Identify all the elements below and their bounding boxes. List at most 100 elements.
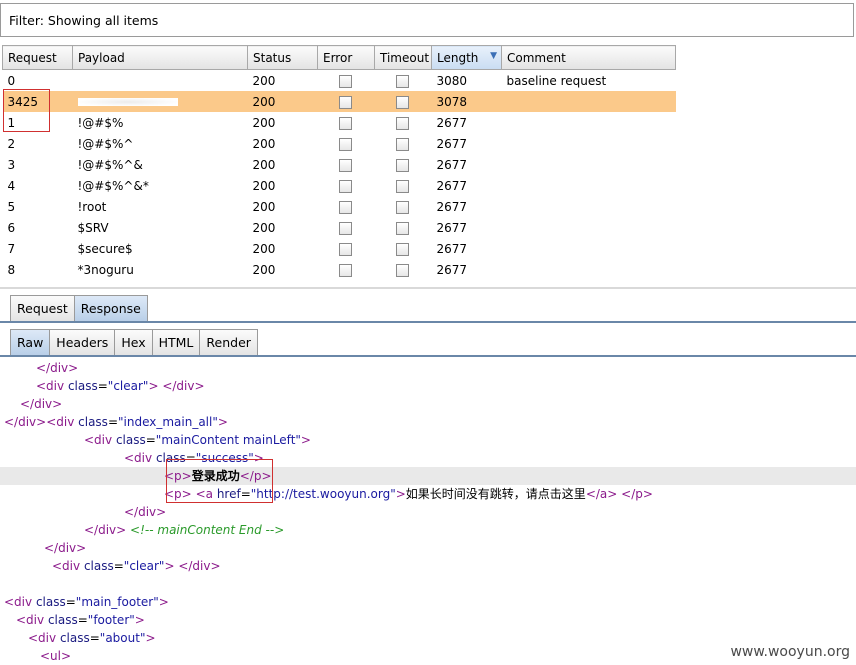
cell-payload: *3noguru (77, 262, 134, 277)
code-line: </div> <!-- mainContent End --> (0, 521, 856, 539)
subtab-raw[interactable]: Raw (10, 329, 51, 355)
error-checkbox[interactable] (338, 116, 352, 130)
table-row[interactable]: 3 !@#$%^& 200 2677 (3, 154, 676, 175)
timeout-checkbox[interactable] (395, 263, 409, 277)
cell-comment (502, 259, 676, 280)
obscured-payload (77, 98, 178, 106)
table-header-row: Request Payload Status Error Timeout Len… (2, 45, 676, 70)
cell-payload: !root (77, 199, 107, 214)
code-line-text: </div> (124, 505, 167, 519)
column-header-comment[interactable]: Comment (501, 45, 676, 70)
table-row[interactable]: 6 $SRV 200 2677 (3, 217, 676, 238)
cell-request: 0 (7, 73, 16, 88)
error-checkbox[interactable] (338, 242, 352, 256)
cell-request: 3425 (2, 91, 73, 112)
column-header-length[interactable]: Length ▼ (431, 45, 502, 70)
results-table: Request Payload Status Error Timeout Len… (2, 45, 676, 280)
cell-payload (73, 70, 248, 92)
code-line: <div class="main_footer"> (0, 593, 856, 611)
cell-request: 6 (7, 220, 16, 235)
timeout-checkbox[interactable] (395, 242, 409, 256)
tab-request[interactable]: Request (10, 295, 75, 321)
code-line: </div> (0, 395, 856, 413)
subtab-html[interactable]: HTML (151, 329, 201, 355)
cell-error (318, 112, 375, 133)
cell-request: 5 (7, 199, 16, 214)
column-header-timeout[interactable]: Timeout (374, 45, 432, 70)
watermark: www.wooyun.org (728, 644, 852, 660)
cell-comment (502, 133, 676, 154)
subtab-render[interactable]: Render (199, 329, 258, 355)
tab-response[interactable]: Response (73, 295, 148, 321)
code-line: </div> (0, 503, 856, 521)
code-line: </div><div class="index_main_all"> (0, 413, 856, 431)
error-checkbox[interactable] (338, 95, 352, 109)
code-line: <div class="success"> (0, 449, 856, 467)
code-line: <div class="mainContent mainLeft"> (0, 431, 856, 449)
cell-request: 4 (7, 178, 16, 193)
error-checkbox[interactable] (338, 74, 352, 88)
code-line: <p>登录成功</p> (0, 467, 856, 485)
timeout-checkbox[interactable] (395, 158, 409, 172)
cell-request: 1 (7, 115, 16, 130)
pane-divider[interactable] (0, 287, 856, 289)
error-checkbox[interactable] (338, 200, 352, 214)
filter-bar[interactable]: Filter: Showing all items (0, 3, 854, 37)
table-row[interactable]: 3425 200 3078 (2, 91, 676, 112)
cell-timeout (375, 196, 432, 217)
cell-request: 2 (7, 136, 16, 151)
subtab-hex[interactable]: Hex (114, 329, 153, 355)
cell-payload: !@#$% (77, 115, 124, 130)
cell-status: 200 (252, 115, 276, 130)
cell-timeout (375, 133, 432, 154)
cell-status: 200 (252, 178, 276, 193)
cell-request: 3 (7, 157, 16, 172)
table-row[interactable]: 1 !@#$% 200 2677 (3, 112, 676, 133)
table-row[interactable]: 5 !root 200 2677 (3, 196, 676, 217)
cell-payload: $secure$ (77, 241, 133, 256)
timeout-checkbox[interactable] (395, 221, 409, 235)
subtab-underline (0, 355, 856, 357)
table-row[interactable]: 0 200 3080 baseline request (3, 70, 676, 92)
timeout-checkbox[interactable] (395, 179, 409, 193)
timeout-checkbox[interactable] (395, 200, 409, 214)
cell-timeout (375, 112, 432, 133)
error-checkbox[interactable] (338, 221, 352, 235)
timeout-checkbox[interactable] (395, 95, 409, 109)
cell-comment (502, 238, 676, 259)
timeout-checkbox[interactable] (395, 116, 409, 130)
cell-error (318, 70, 375, 92)
cell-comment: baseline request (506, 73, 607, 88)
error-checkbox[interactable] (338, 263, 352, 277)
timeout-checkbox[interactable] (395, 74, 409, 88)
cell-status: 200 (252, 136, 276, 151)
cell-error (317, 91, 375, 112)
cell-error (318, 175, 375, 196)
error-checkbox[interactable] (338, 179, 352, 193)
column-header-payload[interactable]: Payload (72, 45, 248, 70)
column-header-status[interactable]: Status (247, 45, 318, 70)
cell-timeout (374, 91, 432, 112)
subtab-headers[interactable]: Headers (49, 329, 116, 355)
cell-length: 2677 (436, 136, 468, 151)
table-row[interactable]: 2 !@#$%^ 200 2677 (3, 133, 676, 154)
timeout-checkbox[interactable] (395, 137, 409, 151)
table-row[interactable]: 7 $secure$ 200 2677 (3, 238, 676, 259)
table-row[interactable]: 8 *3noguru 200 2677 (3, 259, 676, 280)
cell-request: 7 (7, 241, 16, 256)
column-header-length-label: Length (437, 50, 479, 65)
code-line-text: <p> <a href="http://test.wooyun.org">如果长… (164, 487, 653, 501)
column-header-error[interactable]: Error (317, 45, 375, 70)
request-response-tabs: Request Response (10, 295, 148, 322)
cell-length: 2677 (436, 115, 468, 130)
code-line-text: <div class="clear"> </div> (36, 379, 205, 393)
error-checkbox[interactable] (338, 158, 352, 172)
cell-length: 2677 (436, 262, 468, 277)
error-checkbox[interactable] (338, 137, 352, 151)
cell-comment (502, 196, 676, 217)
response-raw-viewer[interactable]: </div> <div class="clear"> </div> </div> </… (0, 359, 856, 663)
table-row[interactable]: 4 !@#$%^&* 200 2677 (3, 175, 676, 196)
cell-timeout (375, 259, 432, 280)
column-header-request[interactable]: Request (2, 45, 73, 70)
cell-error (318, 238, 375, 259)
